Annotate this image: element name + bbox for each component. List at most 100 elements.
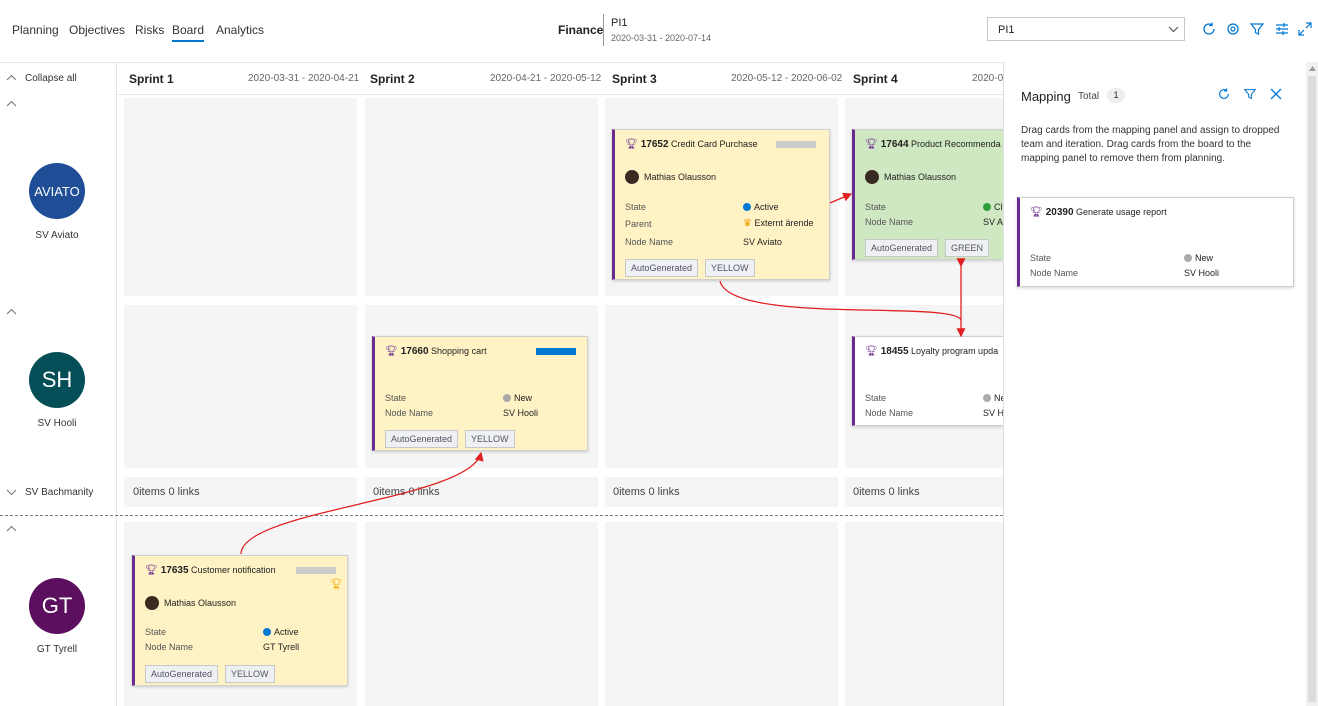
avatar-gt-tyrell: GT — [29, 578, 85, 634]
chevron-up-icon[interactable] — [6, 74, 17, 81]
tag: AutoGenerated — [145, 665, 219, 683]
trophy-icon: 🏆︎ — [145, 565, 158, 576]
person-avatar-icon — [145, 596, 159, 610]
settings-icon[interactable] — [1225, 21, 1241, 37]
pi-select[interactable]: PI1 — [987, 17, 1185, 41]
close-icon[interactable] — [1270, 88, 1282, 100]
board-cell[interactable]: 0items 0 links — [605, 477, 838, 507]
assignee: Mathias Olausson — [145, 596, 236, 610]
panel-description: Drag cards from the mapping panel and as… — [1021, 125, 1280, 164]
work-item-card-17652[interactable]: 🏆︎ 17652 Credit Card Purchase Mathias Ola… — [612, 129, 830, 280]
tab-analytics[interactable]: Analytics — [216, 23, 264, 37]
sprint-2-name: Sprint 2 — [370, 72, 415, 86]
progress-bar — [296, 567, 336, 574]
node-value: SV H — [983, 408, 1003, 418]
collapse-all-button[interactable]: Collapse all — [25, 73, 77, 84]
top-bar: Planning Objectives Risks Board Analytic… — [0, 0, 1318, 63]
tag: AutoGenerated — [625, 259, 699, 277]
scroll-up-arrow-icon[interactable] — [1309, 66, 1316, 71]
node-value: SV Aviato — [743, 237, 782, 247]
parent-value[interactable]: ♛ Externt ärende — [743, 218, 814, 229]
card-title: 🏆︎ 17635 Customer notification — [145, 565, 276, 576]
field-label: Node Name — [865, 217, 914, 227]
pi-name: PI1 — [611, 17, 628, 29]
pi-select-value: PI1 — [998, 24, 1015, 36]
lane-column-divider — [116, 62, 117, 706]
tab-risks[interactable]: Risks — [135, 23, 164, 37]
work-item-card-20390[interactable]: 🏆︎ 20390 Generate usage report State New … — [1017, 197, 1294, 287]
board-cell[interactable] — [605, 305, 838, 468]
tab-board[interactable]: Board — [172, 23, 205, 42]
board-cell[interactable] — [124, 98, 357, 296]
work-item-card-17644[interactable]: 🏆︎ 17644 Product Recommenda Mathias Olaus… — [852, 129, 1003, 260]
mapping-panel: Mapping Total 1 Drag cards from the mapp… — [1003, 62, 1306, 706]
board-cell[interactable] — [124, 305, 357, 468]
chevron-down-icon[interactable] — [6, 489, 17, 496]
items-count: 0items 0 links — [853, 486, 920, 498]
field-label: State — [1030, 253, 1052, 263]
board-cell[interactable]: 0items 0 links — [124, 477, 357, 507]
header-divider — [603, 14, 604, 46]
lane-label-sv-hooli: SV Hooli — [37, 418, 77, 429]
state-value: Active — [743, 202, 779, 212]
work-item-card-17635[interactable]: 🏆︎ 17635 Customer notification 🏆︎ Mathias… — [132, 555, 348, 686]
work-item-card-17660[interactable]: 🏆︎ 17660 Shopping cart State New Node Nam… — [372, 336, 588, 451]
state-value: Cl — [983, 202, 1003, 212]
board-cell[interactable] — [605, 522, 838, 706]
avatar-sv-hooli: SH — [29, 352, 85, 408]
refresh-icon[interactable] — [1201, 21, 1217, 37]
board-cell[interactable] — [365, 522, 598, 706]
avatar-sv-aviato: AVIATO — [29, 163, 85, 219]
chevron-up-icon[interactable] — [6, 100, 17, 107]
sprint-3-name: Sprint 3 — [612, 72, 657, 86]
tag: YELLOW — [465, 430, 515, 448]
state-dot-icon — [1184, 254, 1192, 262]
adjust-icon[interactable] — [1274, 21, 1290, 37]
sprint-1-dates: 2020-03-31 - 2020-04-21 — [248, 73, 360, 84]
chevron-up-icon[interactable] — [6, 308, 17, 315]
trophy-icon: 🏆︎ — [1030, 207, 1043, 218]
field-label: State — [145, 627, 167, 637]
person-avatar-icon — [865, 170, 879, 184]
state-value: New — [503, 393, 532, 403]
board-cell[interactable] — [845, 522, 1003, 706]
filter-icon[interactable] — [1249, 21, 1265, 37]
items-count: 0items 0 links — [613, 486, 680, 498]
card-title: 🏆︎ 20390 Generate usage report — [1030, 207, 1167, 218]
lane-label-sv-bachmanity: SV Bachmanity — [25, 487, 94, 498]
tag: YELLOW — [705, 259, 755, 277]
board-cell[interactable]: 0items 0 links — [365, 477, 598, 507]
work-item-card-18455[interactable]: 🏆︎18455 Loyalty program upda State Ne No… — [852, 336, 1003, 426]
filter-icon[interactable] — [1243, 87, 1257, 101]
chevron-down-icon — [1168, 26, 1179, 33]
node-value: GT Tyrell — [263, 642, 300, 652]
assignee: Mathias Olausson — [625, 170, 716, 184]
tab-objectives[interactable]: Objectives — [69, 23, 125, 37]
avatar-text: SH — [41, 367, 73, 392]
expand-icon[interactable] — [1297, 21, 1313, 37]
state-dot-icon — [743, 203, 751, 211]
tag: AutoGenerated — [385, 430, 459, 448]
scrollbar-thumb[interactable] — [1308, 76, 1316, 702]
node-value: SV A — [983, 217, 1003, 227]
trophy-icon: 🏆︎ — [385, 346, 398, 357]
board-cell[interactable] — [365, 98, 598, 296]
chevron-up-icon[interactable] — [6, 525, 17, 532]
state-dot-icon — [983, 394, 991, 402]
field-label: Node Name — [865, 408, 914, 418]
node-value: SV Hooli — [1184, 268, 1220, 278]
field-label: Node Name — [145, 642, 194, 652]
tag: GREEN — [945, 239, 990, 257]
state-value: New — [1184, 253, 1213, 263]
card-title: 🏆︎ 17644 Product Recommenda — [865, 139, 1001, 150]
card-title: 🏆︎ 17660 Shopping cart — [385, 346, 487, 357]
vertical-scrollbar[interactable] — [1306, 62, 1318, 706]
trophy-icon: 🏆︎ — [865, 346, 878, 357]
field-label: Node Name — [625, 237, 674, 247]
field-label: State — [385, 393, 407, 403]
refresh-icon[interactable] — [1217, 87, 1231, 101]
sprint-1-name: Sprint 1 — [129, 72, 174, 86]
board-cell[interactable]: 0items 0 links — [845, 477, 1003, 507]
tag: AutoGenerated — [865, 239, 939, 257]
tab-planning[interactable]: Planning — [12, 23, 59, 37]
